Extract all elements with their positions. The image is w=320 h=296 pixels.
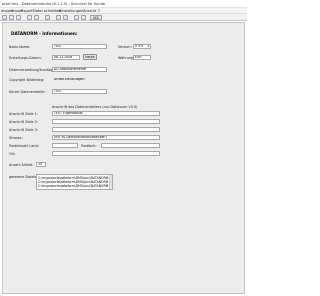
scrollbar[interactable] — [109, 175, 112, 189]
version-select[interactable]: V 5.0 ▾ — [133, 44, 151, 49]
anschrift-heading: Anschrift des Datenerstellers (nur Datan… — [52, 105, 138, 109]
export-icon[interactable] — [34, 15, 39, 20]
datenhaltung-input[interactable]: AG Arbeitselemente — [52, 67, 107, 72]
anschrift1-input[interactable]: TEST Fugenkontor — [52, 111, 160, 116]
ort-label: Ort: — [9, 152, 16, 156]
waehrung-label: Währung: — [118, 56, 135, 60]
anschrift2-label: Anschrift Zeile 2: — [9, 120, 38, 124]
anschrift1-label: Anschrift Zeile 1: — [9, 112, 38, 116]
anschrift3-input[interactable] — [52, 127, 160, 132]
menu-item-einstellungen[interactable]: Einstellungen — [59, 9, 83, 13]
toolbar: VDi — [0, 14, 247, 21]
menu-item-export[interactable]: Export — [21, 9, 33, 13]
section-title: DATANORM - Informationen: — [11, 31, 78, 36]
copyright-value: Artikel-Neuanlagen — [52, 77, 107, 82]
menu-item-datei[interactable]: Datei schreiben — [33, 9, 61, 13]
menu-item-ansicht[interactable]: Ansicht — [83, 9, 96, 13]
menu-item-help[interactable]: ? — [98, 9, 100, 13]
help-icon[interactable] — [74, 15, 79, 20]
plz-label: Postleitzahl Land: — [9, 144, 39, 148]
info-icon[interactable] — [81, 15, 86, 20]
basis-name-input[interactable]: TEST — [52, 44, 107, 49]
waehrung-input[interactable]: EUR — [133, 55, 151, 60]
strasse-input[interactable]: (nur zu Demonstrationszwecken) — [52, 135, 160, 140]
basis-name-label: Basis-Name: — [9, 45, 31, 49]
postfach-label: Postfach: — [81, 144, 97, 148]
datanorm-info-panel: DATANORM - Informationen: Basis-Name: TE… — [2, 22, 245, 294]
postfach-input[interactable] — [101, 143, 160, 148]
artikel-count: 35 — [36, 162, 46, 167]
vdi-button[interactable]: VDi — [90, 15, 102, 20]
erstellung-label: Erstellungs-Datum: — [9, 56, 42, 60]
datenhaltung-label: Datenverwaltung/Kurztag: — [9, 68, 54, 72]
kurzel-input[interactable]: TEST — [52, 89, 107, 94]
print-icon[interactable] — [16, 15, 21, 20]
strasse-label: Strasse: — [9, 136, 23, 140]
heute-button[interactable]: heute — [83, 54, 97, 60]
version-label: Version: — [118, 45, 132, 49]
settings-icon[interactable] — [63, 15, 68, 20]
kurzel-label: Kürzel Datenersteller: — [9, 90, 46, 94]
save-icon[interactable] — [9, 15, 14, 20]
list-item: C:\myprojects\dataform\DMG\pixi\DATANORM… — [38, 184, 113, 188]
window-title: pixel.dnx - Datanormstudio (6.1.2.5) - S… — [2, 2, 106, 6]
copyright-label: Copyright Bilderbeg: — [9, 78, 45, 82]
dateien-list[interactable]: C:\myprojects\dataform\DMG\pixi\DATANORM… — [36, 174, 113, 190]
table-icon[interactable] — [27, 15, 32, 20]
plz-input[interactable] — [52, 143, 78, 148]
anschrift2-input[interactable] — [52, 119, 160, 124]
ort-input[interactable] — [52, 151, 160, 156]
erstellung-date-input[interactable]: 08.11.2008 — [52, 55, 80, 60]
filter-icon[interactable] — [45, 15, 50, 20]
search-icon[interactable] — [56, 15, 61, 20]
anschrift3-label: Anschrift Zeile 3: — [9, 128, 38, 132]
chevron-down-icon: ▾ — [147, 44, 149, 48]
artikel-label: Anzahl Artikel: — [9, 163, 34, 167]
open-icon[interactable] — [2, 15, 7, 20]
version-value: V 5.0 — [135, 44, 144, 48]
title-bar: pixel.dnx - Datanormstudio (6.1.2.5) - S… — [0, 0, 247, 8]
